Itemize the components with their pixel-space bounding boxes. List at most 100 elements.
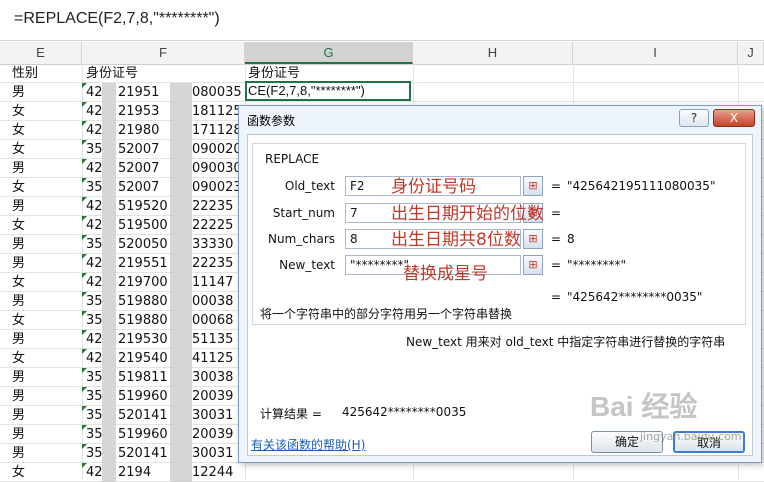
collapse-dialog-icon[interactable]: ⊞ bbox=[523, 229, 543, 249]
id-prefix[interactable]: 42 bbox=[86, 463, 103, 482]
id-suffix[interactable]: 090023 bbox=[192, 178, 242, 197]
active-cell-g2[interactable]: CE(F2,7,8,"********") bbox=[245, 81, 411, 101]
formula-bar[interactable]: =REPLACE(F2,7,8,"********") bbox=[0, 0, 764, 41]
id-prefix[interactable]: 42 bbox=[86, 83, 103, 102]
id-suffix[interactable]: 30031 bbox=[192, 444, 233, 463]
gender-cell[interactable]: 男 bbox=[12, 292, 25, 311]
id-suffix[interactable]: 30038 bbox=[192, 368, 233, 387]
close-icon[interactable]: X bbox=[713, 109, 755, 127]
id-middle[interactable]: 219700 bbox=[118, 273, 168, 292]
column-header-f[interactable]: F bbox=[82, 42, 245, 64]
id-middle[interactable]: 519960 bbox=[118, 387, 168, 406]
id-suffix[interactable]: 22235 bbox=[192, 197, 233, 216]
id-suffix[interactable]: 33330 bbox=[192, 235, 233, 254]
id-prefix[interactable]: 35 bbox=[86, 406, 103, 425]
gender-cell[interactable]: 男 bbox=[12, 330, 25, 349]
column-header-e[interactable]: E bbox=[0, 42, 82, 64]
id-prefix[interactable]: 42 bbox=[86, 121, 103, 140]
id-prefix[interactable]: 35 bbox=[86, 444, 103, 463]
gender-cell[interactable]: 男 bbox=[12, 387, 25, 406]
id-middle[interactable]: 219540 bbox=[118, 349, 168, 368]
id-suffix[interactable]: 22225 bbox=[192, 216, 233, 235]
id-middle[interactable]: 219551 bbox=[118, 254, 168, 273]
id-middle[interactable]: 520050 bbox=[118, 235, 168, 254]
id-suffix[interactable]: 00038 bbox=[192, 292, 233, 311]
gender-cell[interactable]: 男 bbox=[12, 83, 25, 102]
id-suffix[interactable]: 171128 bbox=[192, 121, 242, 140]
gender-cell[interactable]: 男 bbox=[12, 159, 25, 178]
id-suffix[interactable]: 090030 bbox=[192, 159, 242, 178]
gender-cell[interactable]: 男 bbox=[12, 254, 25, 273]
id-suffix[interactable]: 080035 bbox=[192, 83, 242, 102]
id-middle[interactable]: 519880 bbox=[118, 292, 168, 311]
column-header-i[interactable]: I bbox=[573, 42, 738, 64]
id-middle[interactable]: 520141 bbox=[118, 444, 168, 463]
id-middle[interactable]: 21980 bbox=[118, 121, 159, 140]
id-middle[interactable]: 2194 bbox=[118, 463, 151, 482]
id-middle[interactable]: 519500 bbox=[118, 216, 168, 235]
id-prefix[interactable]: 42 bbox=[86, 273, 103, 292]
id-suffix[interactable]: 00068 bbox=[192, 311, 233, 330]
id-middle[interactable]: 519811 bbox=[118, 368, 168, 387]
gender-cell[interactable]: 女 bbox=[12, 311, 25, 330]
id-prefix[interactable]: 42 bbox=[86, 254, 103, 273]
id-suffix[interactable]: 41125 bbox=[192, 349, 233, 368]
id-middle[interactable]: 21953 bbox=[118, 102, 159, 121]
id-prefix[interactable]: 42 bbox=[86, 349, 103, 368]
gender-cell[interactable]: 女 bbox=[12, 216, 25, 235]
gender-cell[interactable]: 女 bbox=[12, 140, 25, 159]
id-prefix[interactable]: 42 bbox=[86, 159, 103, 178]
collapse-dialog-icon[interactable]: ⊞ bbox=[523, 255, 543, 275]
gender-cell[interactable]: 女 bbox=[12, 273, 25, 292]
formula-text[interactable]: =REPLACE(F2,7,8,"********") bbox=[14, 10, 220, 28]
id-middle[interactable]: 52007 bbox=[118, 140, 159, 159]
id-middle[interactable]: 52007 bbox=[118, 159, 159, 178]
id-prefix[interactable]: 35 bbox=[86, 425, 103, 444]
table-row[interactable]: 女 42 2194 12244 bbox=[0, 463, 764, 482]
id-suffix[interactable]: 30031 bbox=[192, 406, 233, 425]
id-suffix[interactable]: 090020 bbox=[192, 140, 242, 159]
id-prefix[interactable]: 42 bbox=[86, 102, 103, 121]
id-middle[interactable]: 519880 bbox=[118, 311, 168, 330]
gender-cell[interactable]: 男 bbox=[12, 425, 25, 444]
id-prefix[interactable]: 42 bbox=[86, 216, 103, 235]
id-suffix[interactable]: 22235 bbox=[192, 254, 233, 273]
column-header-j[interactable]: J bbox=[738, 42, 764, 64]
id-suffix[interactable]: 51135 bbox=[192, 330, 233, 349]
id-prefix[interactable]: 35 bbox=[86, 387, 103, 406]
gender-cell[interactable]: 男 bbox=[12, 406, 25, 425]
column-header-h[interactable]: H bbox=[413, 42, 573, 64]
gender-cell[interactable]: 男 bbox=[12, 368, 25, 387]
gender-cell[interactable]: 女 bbox=[12, 349, 25, 368]
id-middle[interactable]: 21951 bbox=[118, 83, 159, 102]
id-suffix[interactable]: 20039 bbox=[192, 425, 233, 444]
id-header[interactable]: 身份证号 bbox=[86, 64, 138, 83]
gender-header[interactable]: 性别 bbox=[12, 64, 38, 83]
id-middle[interactable]: 219530 bbox=[118, 330, 168, 349]
column-header-g[interactable]: G bbox=[245, 42, 413, 64]
id-middle[interactable]: 520141 bbox=[118, 406, 168, 425]
id-suffix[interactable]: 181125 bbox=[192, 102, 242, 121]
id-suffix[interactable]: 11147 bbox=[192, 273, 233, 292]
help-icon[interactable]: ? bbox=[679, 109, 709, 127]
id-prefix[interactable]: 42 bbox=[86, 197, 103, 216]
id-prefix[interactable]: 35 bbox=[86, 292, 103, 311]
id-prefix[interactable]: 35 bbox=[86, 368, 103, 387]
gender-cell[interactable]: 女 bbox=[12, 102, 25, 121]
id-prefix[interactable]: 35 bbox=[86, 178, 103, 197]
id-prefix[interactable]: 35 bbox=[86, 311, 103, 330]
help-link[interactable]: 有关该函数的帮助(H) bbox=[251, 436, 365, 453]
gender-cell[interactable]: 女 bbox=[12, 121, 25, 140]
id-prefix[interactable]: 35 bbox=[86, 235, 103, 254]
id-middle[interactable]: 519960 bbox=[118, 425, 168, 444]
gender-cell[interactable]: 男 bbox=[12, 197, 25, 216]
gender-cell[interactable]: 女 bbox=[12, 463, 25, 482]
id-middle[interactable]: 52007 bbox=[118, 178, 159, 197]
gender-cell[interactable]: 女 bbox=[12, 178, 25, 197]
gender-cell[interactable]: 男 bbox=[12, 235, 25, 254]
id-suffix[interactable]: 12244 bbox=[192, 463, 233, 482]
collapse-dialog-icon[interactable]: ⊞ bbox=[523, 176, 543, 196]
id-prefix[interactable]: 42 bbox=[86, 330, 103, 349]
id-suffix[interactable]: 20039 bbox=[192, 387, 233, 406]
id-middle[interactable]: 519520 bbox=[118, 197, 168, 216]
